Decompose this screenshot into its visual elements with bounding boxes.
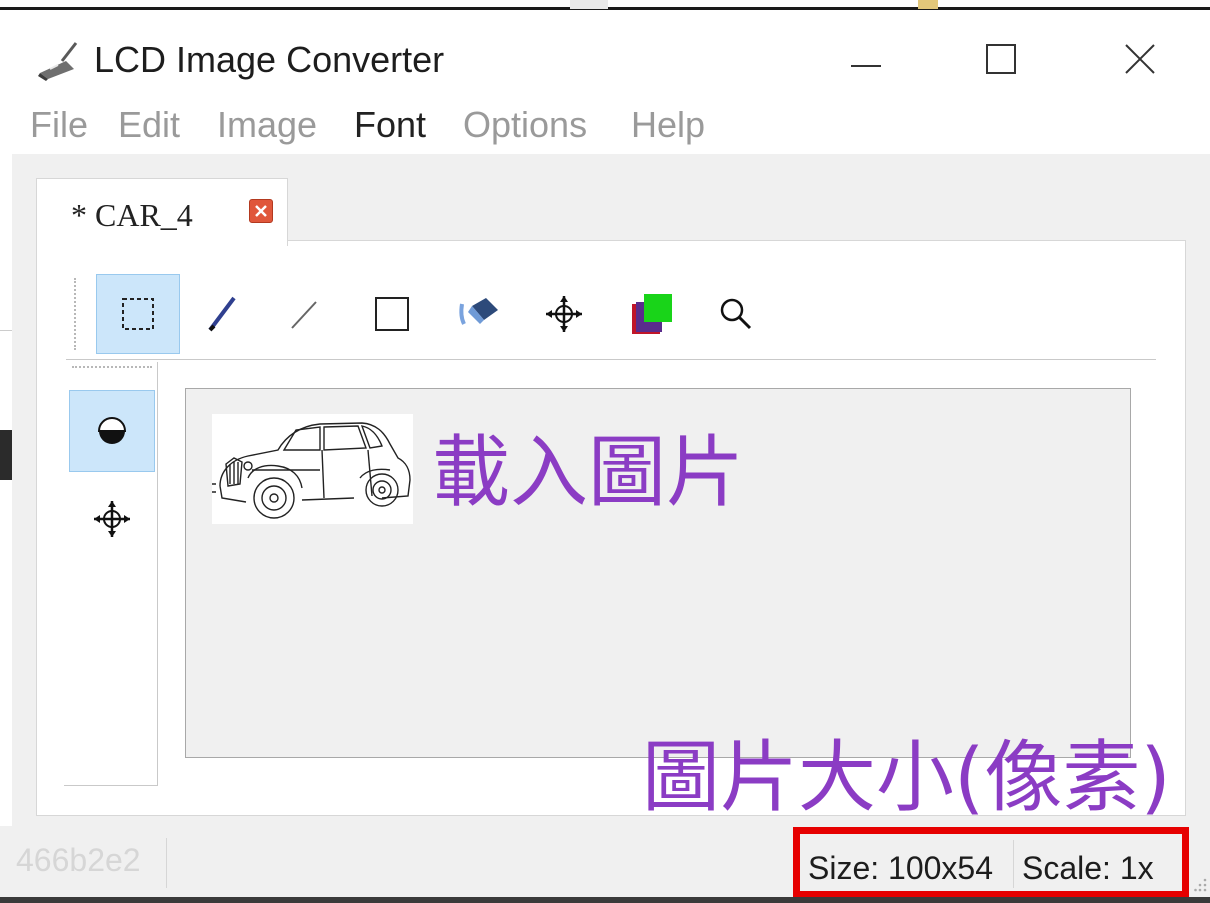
annotation-load-image: 載入圖片 [432, 428, 745, 518]
app-icon [38, 42, 78, 81]
maximize-button[interactable] [962, 29, 1042, 89]
close-button[interactable] [1100, 29, 1180, 89]
rectangle-tool-button[interactable] [350, 274, 434, 354]
minimize-button[interactable] [826, 29, 906, 89]
side-toolbar-grip[interactable] [72, 366, 152, 370]
tab-car-4[interactable]: * CAR_4 [36, 178, 288, 246]
close-icon [1125, 44, 1155, 74]
move-icon [94, 501, 130, 537]
zoom-icon [720, 298, 752, 330]
color-tool-button[interactable] [610, 274, 694, 354]
window-bottom-edge [0, 897, 1210, 903]
window-title: LCD Image Converter [94, 39, 445, 80]
zoom-tool-button[interactable] [694, 274, 778, 354]
fill-bucket-icon [459, 298, 498, 325]
pen-tool-button[interactable] [180, 274, 264, 354]
line-tool-button[interactable] [262, 274, 346, 354]
status-hash: 466b2e2 [16, 842, 141, 878]
circle-brush-icon [97, 417, 127, 444]
menu-bar: File Edit Image Font Options Help [0, 100, 1210, 154]
title-bar: LCD Image Converter [0, 13, 1210, 93]
menu-file[interactable]: File [30, 104, 88, 146]
color-swap-icon [632, 294, 672, 334]
pen-icon [208, 296, 236, 332]
background-window-element [918, 0, 938, 9]
move-tool-button[interactable] [522, 274, 606, 354]
rectangle-icon [375, 297, 409, 331]
move-icon [546, 296, 582, 332]
highlight-box [793, 827, 1189, 898]
fill-tool-button[interactable] [436, 274, 520, 354]
side-toolbar-border [157, 362, 158, 786]
menu-edit[interactable]: Edit [118, 104, 180, 146]
select-tool-button[interactable] [96, 274, 180, 354]
car-image[interactable] [212, 414, 413, 524]
select-rect-icon [122, 298, 154, 330]
menu-font[interactable]: Font [354, 104, 426, 146]
menu-image[interactable]: Image [217, 104, 317, 146]
toolbar-separator [66, 359, 1156, 360]
line-icon [291, 301, 317, 329]
background-window-edge [0, 430, 12, 480]
background-window-element [570, 0, 608, 9]
annotation-image-size: 圖片大小(像素) [642, 733, 1171, 823]
toolbar-grip[interactable] [74, 278, 78, 350]
circle-brush-button[interactable] [69, 390, 155, 472]
side-move-button[interactable] [69, 478, 155, 560]
background-window-strip [0, 0, 1210, 10]
tab-close-icon[interactable] [249, 199, 273, 223]
resize-grip-icon[interactable] [1194, 874, 1208, 894]
tab-label: * CAR_4 [71, 197, 193, 233]
menu-help[interactable]: Help [631, 104, 705, 146]
menu-options[interactable]: Options [463, 104, 587, 146]
side-toolbar-border [64, 785, 158, 786]
maximize-icon [986, 44, 1016, 74]
minimize-icon [851, 65, 881, 67]
status-separator [166, 838, 167, 888]
